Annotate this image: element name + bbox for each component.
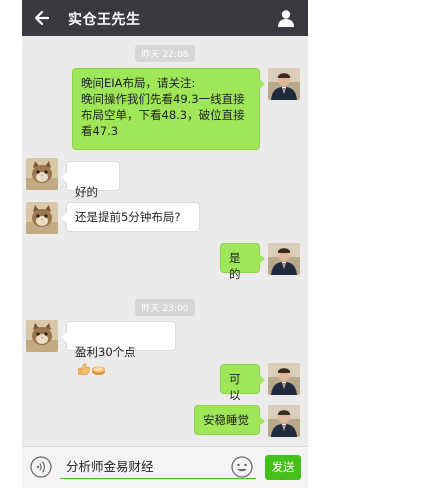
my-avatar[interactable] — [268, 243, 300, 275]
arrow-left-icon[interactable] — [32, 8, 52, 28]
contact-avatar[interactable] — [26, 320, 58, 352]
contact-avatar[interactable] — [26, 158, 58, 190]
message-input[interactable]: 分析师金易财经 — [60, 455, 256, 479]
message-bubble-received[interactable]: 好的 — [61, 161, 120, 215]
send-button[interactable]: 发送 — [265, 455, 301, 480]
message-bubble-sent[interactable]: 是的 — [220, 243, 265, 281]
contact-avatar[interactable] — [26, 202, 58, 234]
voice-icon[interactable] — [30, 456, 52, 478]
message-bubble-sent[interactable]: 晚间EIA布局，请关注: 晚间操作我们先看49.3一线直接布局空单，下看48.3… — [72, 68, 265, 150]
my-avatar[interactable] — [268, 68, 300, 100]
input-bar: 分析师金易财经 发送 — [22, 446, 308, 488]
timestamp: 昨天 22:08 — [22, 42, 308, 62]
person-icon[interactable] — [276, 8, 296, 28]
my-avatar[interactable] — [268, 405, 300, 437]
smile-icon[interactable] — [231, 456, 253, 478]
message-bubble-received[interactable]: 还是提前5分钟布局? — [61, 202, 200, 232]
chat-window: 实仓王先生 昨天 22:08 晚间EIA布局，请关注: 晚间操作我们先看49.3… — [22, 0, 308, 488]
message-bubble-sent[interactable]: 可以 — [220, 364, 265, 402]
my-avatar[interactable] — [268, 363, 300, 395]
timestamp: 昨天 23:00 — [22, 296, 308, 316]
thumbs-up-and-cake-emoji — [78, 362, 105, 375]
chat-title: 实仓王先生 — [68, 12, 141, 28]
chat-header: 实仓王先生 — [22, 0, 308, 36]
message-bubble-received[interactable]: 盈利30个点 — [61, 321, 176, 375]
message-bubble-sent[interactable]: 安稳睡觉 — [194, 405, 265, 435]
